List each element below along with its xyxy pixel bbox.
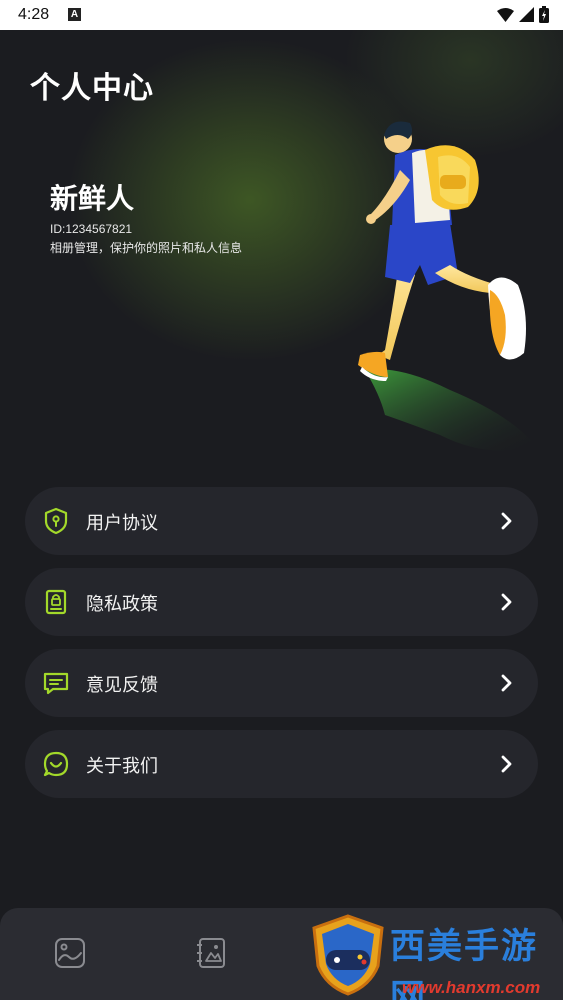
watermark: 西美手游网 www.hanxm.com (310, 912, 563, 1000)
chevron-right-icon (501, 512, 512, 530)
battery-icon (539, 6, 549, 23)
profile-description: 相册管理，保护你的照片和私人信息 (50, 241, 243, 255)
chevron-right-icon (501, 755, 512, 773)
menu-item-user-agreement[interactable]: 用户协议 (25, 487, 538, 555)
wifi-icon (497, 7, 514, 22)
album-book-icon[interactable] (195, 936, 229, 970)
status-bar: 4:28 A (0, 0, 563, 30)
page-title: 个人中心 (30, 71, 154, 106)
chevron-right-icon (501, 593, 512, 611)
menu-label: 意见反馈 (86, 675, 158, 696)
profile-id: ID:1234567821 (50, 222, 133, 236)
menu-label: 关于我们 (86, 756, 158, 777)
menu-label: 用户协议 (86, 513, 158, 534)
signal-icon (519, 7, 534, 22)
photo-icon[interactable] (53, 936, 87, 970)
chat-feedback-icon (43, 672, 69, 695)
notification-icon: A (68, 8, 81, 21)
running-student-illustration (358, 121, 535, 451)
profile-screen: 个人中心 新鲜人 ID:1234567821 相册管理，保护你的照片和私人信息 (0, 30, 563, 1000)
shield-icon (44, 507, 68, 535)
profile-name: 新鲜人 (50, 182, 135, 215)
watermark-url: www.hanxm.com (402, 978, 541, 997)
gamepad-shield-logo (312, 914, 384, 996)
menu-item-privacy-policy[interactable]: 隐私政策 (25, 568, 538, 636)
menu-label: 隐私政策 (86, 594, 158, 615)
menu-item-feedback[interactable]: 意见反馈 (25, 649, 538, 717)
privacy-doc-icon (45, 589, 67, 615)
menu-item-about-us[interactable]: 关于我们 (25, 730, 538, 798)
status-time: 4:28 (18, 6, 50, 23)
status-icons (497, 6, 549, 23)
whatsapp-style-chat-icon (43, 751, 69, 777)
chevron-right-icon (501, 674, 512, 692)
